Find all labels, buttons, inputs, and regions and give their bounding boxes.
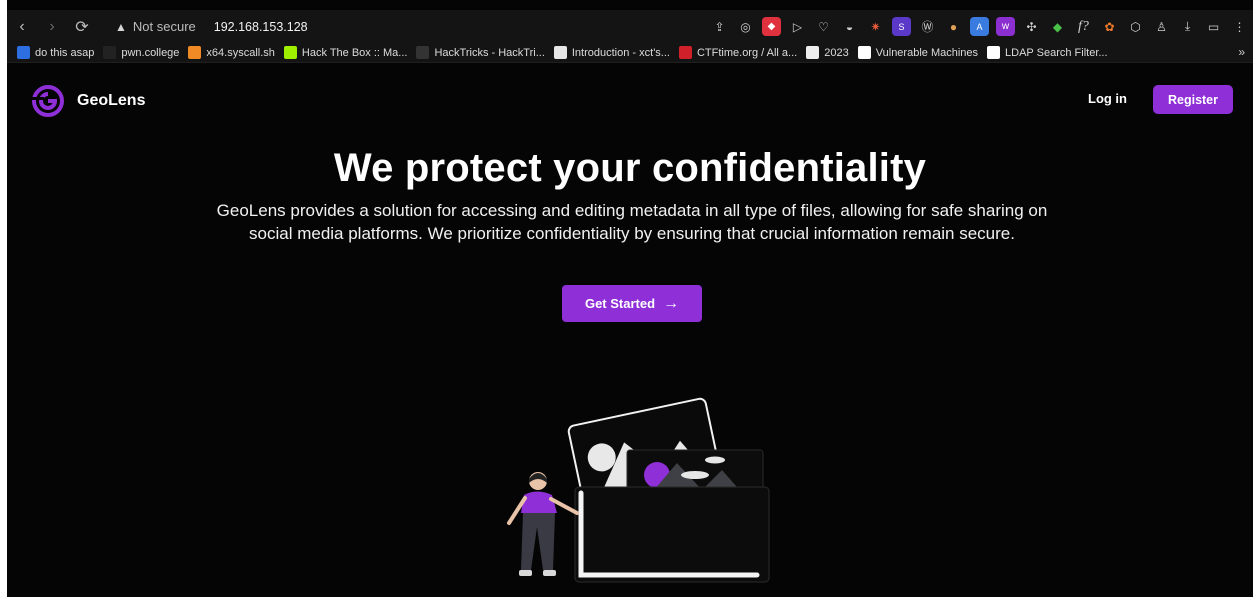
forward-button[interactable]: › <box>37 12 67 42</box>
wordpress-icon[interactable]: Ⓦ <box>918 17 937 36</box>
bookmark[interactable]: LDAP Search Filter... <box>987 46 1108 59</box>
bookmark[interactable]: pwn.college <box>103 46 179 59</box>
bookmark-favicon <box>857 46 871 59</box>
color-picker-icon[interactable]: ◆ <box>1048 17 1067 36</box>
bookmark-favicon <box>987 46 1001 59</box>
security-label: Not secure <box>132 19 196 34</box>
bookmark-label: CTFtime.org / All a... <box>696 46 798 59</box>
menu-icon[interactable]: ⋮ <box>1230 17 1249 36</box>
bookmark-favicon <box>553 46 567 59</box>
address-bar[interactable]: 192.168.153.128 <box>214 20 308 34</box>
screenshot-icon[interactable]: ◎ <box>736 17 755 36</box>
bookmark-label: do this asap <box>35 46 95 59</box>
bookmark[interactable]: do this asap <box>17 46 94 59</box>
arrow-right-icon: → <box>663 294 680 312</box>
bookmark-label: Hack The Box :: Ma... <box>301 46 408 59</box>
bookmark-label: HackTricks - HackTri... <box>434 46 545 59</box>
bookmark-favicon <box>678 46 692 59</box>
bookmark-label: LDAP Search Filter... <box>1005 46 1108 59</box>
burp-icon[interactable]: ✿ <box>1100 17 1119 36</box>
geolens-logo-icon <box>32 85 64 117</box>
bookmark-favicon <box>283 46 297 59</box>
bookmark[interactable]: Introduction - xct's... <box>553 46 670 59</box>
bookmark-label: x64.syscall.sh <box>206 46 275 59</box>
hat-icon[interactable]: ◒ <box>840 17 859 36</box>
bookmark-label: Vulnerable Machines <box>875 46 979 59</box>
bookmark[interactable]: x64.syscall.sh <box>188 46 275 59</box>
brand-name: GeoLens <box>77 92 146 109</box>
back-button[interactable]: ‹ <box>7 12 37 42</box>
security-indicator[interactable]: ▲ Not secure <box>115 19 196 34</box>
bookmark-label: pwn.college <box>121 46 180 59</box>
warning-icon: ▲ <box>115 19 127 34</box>
cookie-icon[interactable]: ● <box>944 17 963 36</box>
register-button[interactable]: Register <box>1153 85 1233 114</box>
bookmark[interactable]: Vulnerable Machines <box>857 46 979 59</box>
hero-description: GeoLens provides a solution for accessin… <box>216 201 1048 243</box>
bookmark-favicon <box>416 46 430 59</box>
hero-illustration <box>507 397 770 583</box>
cta-label: Get Started <box>584 296 656 311</box>
shield-icon[interactable]: ◆ <box>762 17 781 36</box>
bookmarks-bar: do this asap pwn.college x64.syscall.sh … <box>7 43 1253 63</box>
translate-icon[interactable]: A <box>970 17 989 36</box>
bookmark[interactable]: 2023 <box>806 46 849 59</box>
bookmark-favicon <box>188 46 202 59</box>
bookmark-label: 2023 <box>824 46 849 59</box>
extension-purple-icon[interactable]: S <box>892 17 911 36</box>
bookmark-favicon <box>806 46 820 59</box>
browser-window: ‹ › ⟳ ▲ Not secure 192.168.153.128 ⇪ ◎ ◆… <box>7 0 1253 597</box>
bookmark[interactable]: HackTricks - HackTri... <box>416 46 545 59</box>
bug-icon[interactable]: ✷ <box>866 17 885 36</box>
bookmark[interactable]: CTFtime.org / All a... <box>678 46 798 59</box>
reload-button[interactable]: ⟳ <box>67 12 97 42</box>
hero-title: We protect your confidentiality <box>333 146 927 190</box>
paw-icon[interactable]: ✣ <box>1022 17 1041 36</box>
bookmark-favicon <box>17 46 30 59</box>
wappalyzer-icon[interactable]: w <box>996 17 1015 36</box>
heart-icon[interactable]: ♡ <box>814 17 833 36</box>
download-icon[interactable]: ⤓ <box>1178 17 1197 36</box>
font-icon[interactable]: f? <box>1074 17 1093 36</box>
site-logo[interactable]: GeoLens <box>32 85 145 117</box>
bookmark[interactable]: Hack The Box :: Ma... <box>283 46 408 59</box>
cube-icon[interactable]: ⬡ <box>1126 17 1145 36</box>
more-bookmarks-button[interactable]: » <box>1238 45 1245 59</box>
extension-toolbar: ⇪ ◎ ◆ ▷ ♡ ◒ ✷ S Ⓦ ● A w ✣ ◆ f? ✿ ⬡ ♙ ⤓ ▭… <box>710 10 1249 43</box>
browser-toolbar: ‹ › ⟳ ▲ Not secure 192.168.153.128 ⇪ ◎ ◆… <box>7 10 1253 43</box>
profile-icon[interactable]: ♙ <box>1152 17 1171 36</box>
bookmark-label: Introduction - xct's... <box>571 46 670 59</box>
battery-icon[interactable]: ▭ <box>1204 17 1223 36</box>
send-icon[interactable]: ▷ <box>788 17 807 36</box>
login-link[interactable]: Log in <box>1088 91 1127 106</box>
share-icon[interactable]: ⇪ <box>710 17 729 36</box>
bookmark-favicon <box>103 46 117 59</box>
get-started-button[interactable]: Get Started → <box>562 285 702 322</box>
